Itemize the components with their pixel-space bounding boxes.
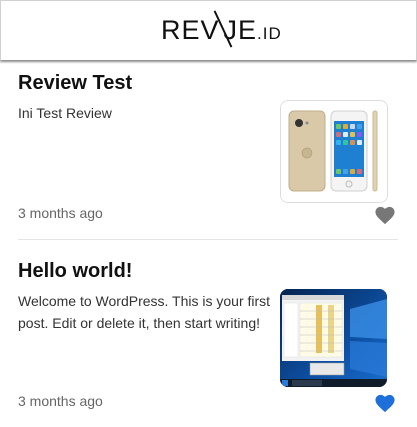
heart-icon-svg	[375, 206, 395, 225]
post-thumbnail-desktop[interactable]	[280, 289, 387, 387]
post-excerpt: Welcome to WordPress. This is your first…	[18, 293, 271, 331]
iphone-image	[281, 101, 387, 202]
logo-suffix: .ID	[257, 24, 282, 43]
desktop-screenshot-image	[280, 289, 387, 387]
logo-text-main: REV	[161, 15, 220, 45]
post-title[interactable]: Hello world!	[18, 260, 132, 283]
post-excerpt: Ini Test Review	[18, 105, 112, 121]
post-thumbnail-iphone[interactable]	[280, 100, 388, 203]
like-heart-icon[interactable]	[374, 205, 396, 225]
like-heart-icon[interactable]	[374, 393, 396, 413]
heart-icon-svg	[375, 394, 395, 413]
site-logo[interactable]: REV JE.ID	[161, 9, 282, 49]
post-date: 3 months ago	[18, 205, 103, 221]
post-divider	[18, 239, 398, 240]
app-header: REV JE.ID	[0, 0, 417, 60]
post-title[interactable]: Review Test	[18, 72, 132, 95]
post-date: 3 months ago	[18, 393, 103, 409]
